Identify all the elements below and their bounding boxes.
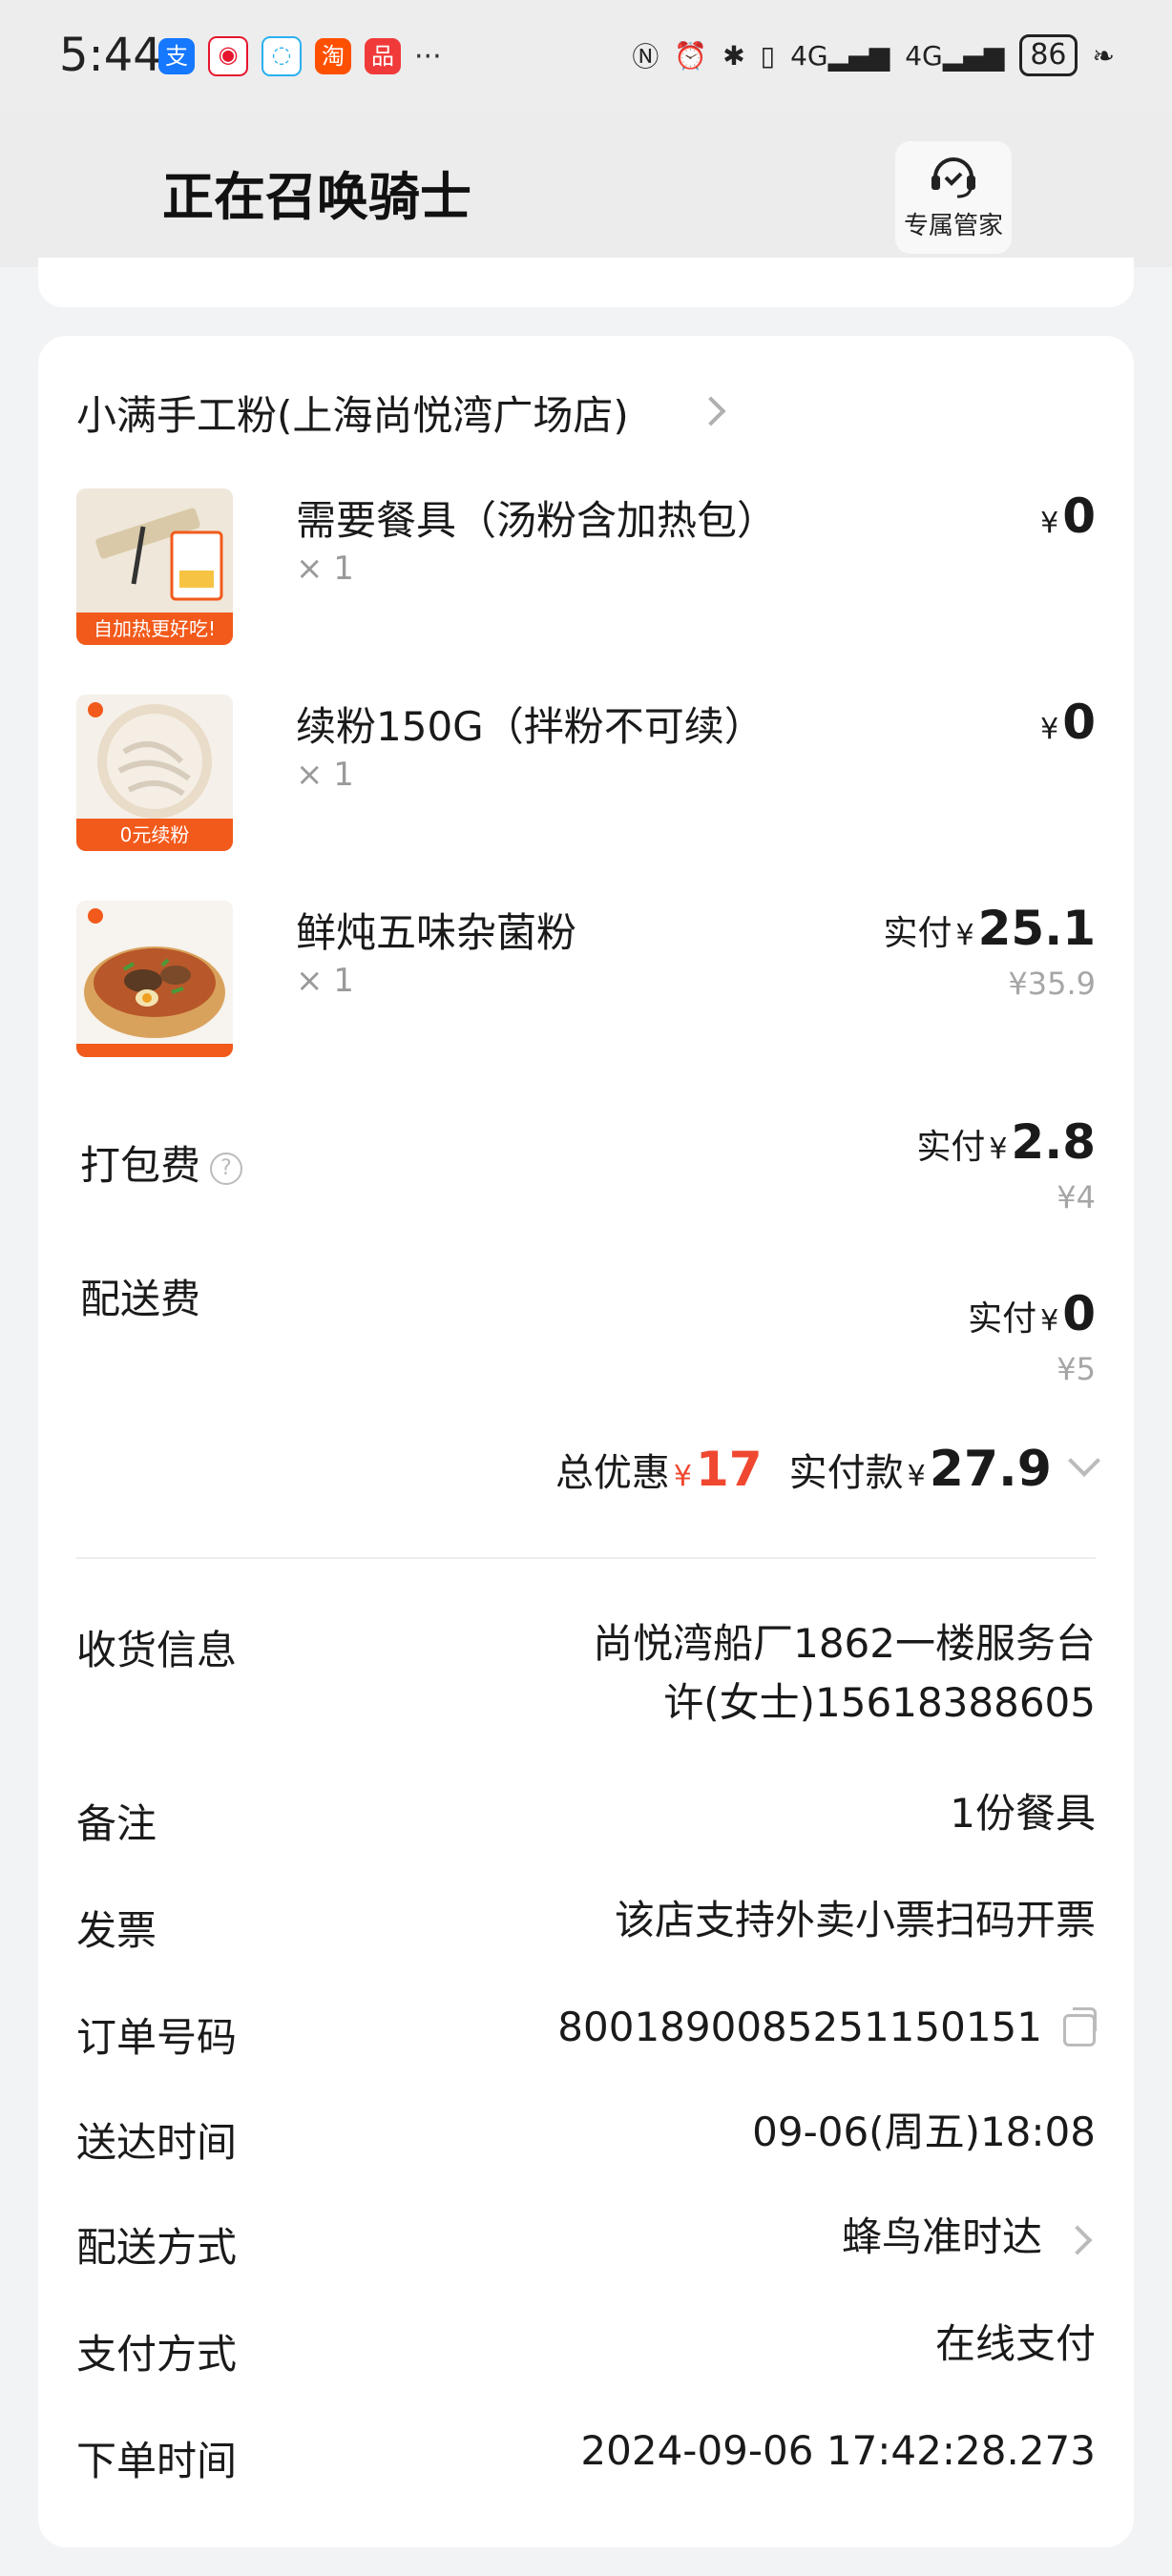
item-name: 需要餐具（汤粉含加热包） <box>296 497 778 544</box>
delivery-time-label: 送达时间 <box>76 2119 238 2166</box>
order-item: 自加热更好吃! 需要餐具（汤粉含加热包） × 1 ¥0 <box>76 488 1096 651</box>
nfc-icon: Ⓝ <box>632 41 659 73</box>
note-label: 备注 <box>76 1800 157 1847</box>
order-card: 小满手工粉(上海尚悦湾广场店) 自加热更好吃! 需要餐具（汤粉含加热包） × 1… <box>38 336 1134 2547</box>
item-thumbnail <box>76 901 233 1057</box>
packing-fee-row: 打包费? 实付 ¥2.8 ¥4 <box>76 1114 1096 1257</box>
order-item: 鲜炖五味杂菌粉 × 1 实付 ¥25.1 ¥35.9 <box>76 901 1096 1063</box>
status-bar: 5:44 支 ◉ ◌ 淘 品 ··· Ⓝ ⏰ ✱ ▯ 4G▂▄▆ 4G▂▄▆ 8… <box>0 0 1172 114</box>
chat-app-icon: ◌ <box>262 36 302 76</box>
note-value: 1份餐具 <box>950 1790 1096 1837</box>
payment-method-value: 在线支付 <box>934 2320 1096 2367</box>
status-time: 5:44 <box>59 29 162 82</box>
store-chevron-icon[interactable] <box>696 396 726 426</box>
status-card-bottom <box>38 258 1134 307</box>
order-item: 0元续粉 续粉150G（拌粉不可续） × 1 ¥0 <box>76 695 1096 857</box>
page-title: 正在召唤骑士 <box>162 167 471 227</box>
packing-fee-label: 打包费? <box>80 1133 243 1192</box>
receiver-label: 收货信息 <box>76 1627 238 1673</box>
item-price: ¥0 <box>1040 695 1096 750</box>
item-name: 鲜炖五味杂菌粉 <box>296 909 577 956</box>
invoice-label: 发票 <box>76 1907 157 1954</box>
thumb-caption: 自加热更好吃! <box>76 613 233 645</box>
original-price: ¥35.9 <box>1008 966 1096 1002</box>
thumb-caption: 0元续粉 <box>76 819 233 851</box>
manager-button[interactable]: 专属管家 <box>895 141 1012 254</box>
signal-2-icon: 4G▂▄▆ <box>905 39 1005 72</box>
payment-method-label: 支付方式 <box>76 2331 238 2378</box>
page-header: 正在召唤骑士 专属管家 <box>0 114 1172 267</box>
order-totals[interactable]: 总优惠 ¥ 17 实付款 ¥ 27.9 <box>555 1441 1100 1498</box>
item-quantity: × 1 <box>296 756 354 794</box>
delivery-fee-label: 配送费 <box>80 1276 201 1322</box>
notification-icons: 支 ◉ ◌ 淘 品 ··· <box>158 36 442 76</box>
divider <box>76 1557 1096 1559</box>
item-quantity: × 1 <box>296 550 354 588</box>
copy-icon[interactable] <box>1063 2006 1097 2046</box>
order-time-label: 下单时间 <box>76 2438 238 2484</box>
vibrate-icon: ▯ <box>760 39 776 72</box>
chevron-right-icon[interactable] <box>1062 2224 1093 2255</box>
order-number-value: 8001890085251150151 <box>557 1998 1097 2057</box>
paid-total-label: 实付款 <box>788 1451 904 1495</box>
invoice-value: 该店支持外卖小票扫码开票 <box>614 1897 1096 1943</box>
headset-icon <box>931 157 975 198</box>
leaf-icon: ❧ <box>1092 39 1115 72</box>
item-thumbnail: 自加热更好吃! <box>76 488 233 645</box>
taobao-icon: 淘 <box>315 38 351 74</box>
expand-chevron-icon[interactable] <box>1068 1444 1100 1477</box>
signal-1-icon: 4G▂▄▆ <box>790 39 890 72</box>
item-price: ¥0 <box>1040 488 1096 544</box>
packing-fee-price: 实付 ¥2.8 ¥4 <box>916 1114 1096 1215</box>
bluetooth-icon: ✱ <box>722 39 745 72</box>
order-time-value: 2024-09-06 17:42:28.273 <box>580 2427 1096 2474</box>
delivery-fee-row: 配送费 实付 ¥0 ¥5 <box>76 1267 1096 1410</box>
alarm-icon: ⏰ <box>674 39 708 72</box>
delivery-method-value[interactable]: 蜂鸟准时达 <box>842 2208 1096 2267</box>
order-number-label: 订单号码 <box>76 2014 238 2061</box>
item-quantity: × 1 <box>296 962 354 1000</box>
item-name: 续粉150G（拌粉不可续） <box>296 703 764 750</box>
delivery-method-label: 配送方式 <box>76 2224 238 2271</box>
paid-total-value: 27.9 <box>929 1441 1052 1498</box>
receiver-info-row: 收货信息 尚悦湾船厂1862一楼服务台 许(女士)15618388605 <box>76 1614 1096 1738</box>
item-price: 实付 ¥25.1 ¥35.9 <box>883 901 1096 1002</box>
more-icon: ··· <box>414 39 442 73</box>
delivery-fee-price: 实付 ¥0 ¥5 <box>968 1286 1096 1387</box>
shopping-app-icon: 品 <box>365 38 401 74</box>
weibo-icon: ◉ <box>208 36 248 76</box>
item-thumbnail: 0元续粉 <box>76 695 233 851</box>
help-icon[interactable]: ? <box>210 1152 243 1185</box>
discount-label: 总优惠 <box>555 1451 670 1495</box>
delivery-time-value: 09-06(周五)18:08 <box>752 2109 1096 2155</box>
manager-label: 专属管家 <box>903 212 1003 240</box>
discount-value: 17 <box>696 1442 763 1497</box>
paid-label: 实付 <box>883 914 952 953</box>
store-name[interactable]: 小满手工粉(上海尚悦湾广场店) <box>76 384 629 442</box>
alipay-icon: 支 <box>158 38 195 74</box>
status-indicators: Ⓝ ⏰ ✱ ▯ 4G▂▄▆ 4G▂▄▆ 86 ❧ <box>632 34 1115 76</box>
battery-icon: 86 <box>1019 34 1078 76</box>
receiver-value: 尚悦湾船厂1862一楼服务台 许(女士)15618388605 <box>593 1620 1096 1726</box>
